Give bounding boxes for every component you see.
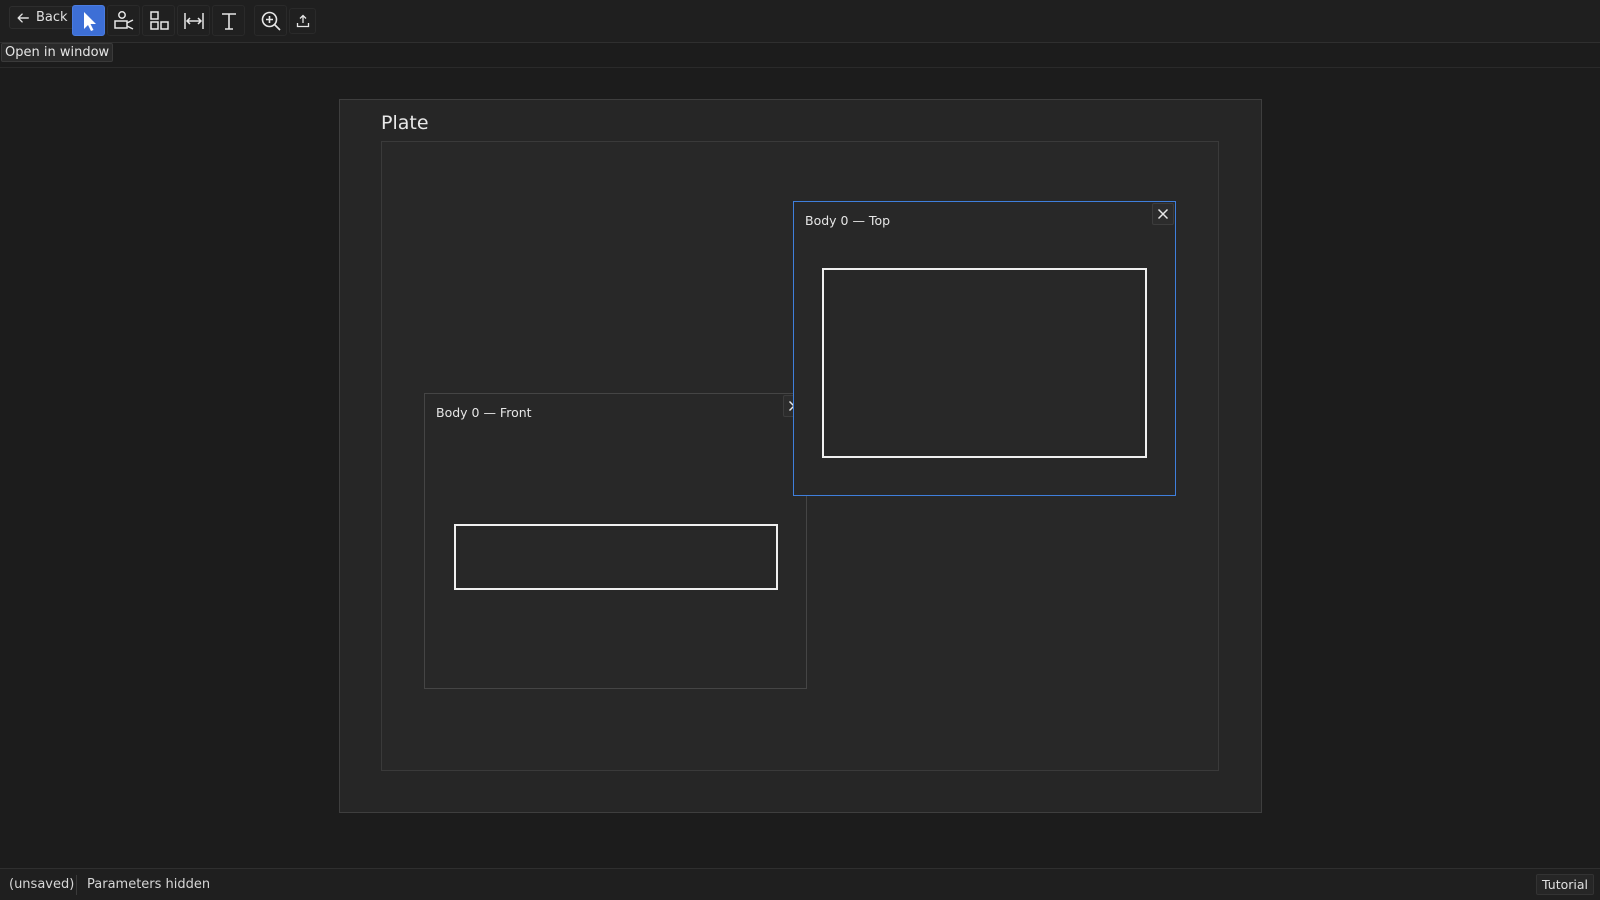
body-outline-top[interactable] [822, 268, 1147, 458]
main-toolbar: Back [0, 0, 1600, 43]
status-bar: (unsaved) Parameters hidden Tutorial [0, 868, 1600, 900]
text-cursor-icon [221, 12, 236, 30]
close-icon [1157, 208, 1169, 220]
view-title-front: Body 0 — Front [436, 405, 532, 420]
save-status: (unsaved) [9, 877, 75, 892]
cursor-arrow-icon [83, 11, 96, 31]
view-panel-top[interactable]: Body 0 — Top [793, 201, 1176, 496]
back-button-label: Back [36, 10, 68, 25]
upload-icon [296, 14, 309, 28]
select-tool-button[interactable] [72, 5, 105, 36]
tool-group-secondary [254, 5, 316, 36]
shapes-icon [149, 10, 169, 30]
export-button[interactable] [289, 8, 316, 34]
camera-view-icon [113, 10, 133, 30]
zoom-tool-button[interactable] [254, 5, 287, 36]
arrange-tool-button[interactable] [142, 5, 175, 36]
view-title-top: Body 0 — Top [805, 213, 891, 228]
back-button[interactable]: Back [9, 6, 77, 29]
view-panel-front[interactable]: Body 0 — Front [424, 393, 807, 689]
close-view-top-button[interactable] [1152, 203, 1174, 225]
parameters-status[interactable]: Parameters hidden [87, 877, 210, 892]
status-divider [76, 875, 77, 895]
text-tool-button[interactable] [212, 5, 245, 36]
view-tool-button[interactable] [107, 5, 140, 36]
sub-toolbar: Open in window [0, 43, 1600, 68]
tutorial-button[interactable]: Tutorial [1536, 874, 1594, 895]
plate-title: Plate [381, 112, 429, 134]
dimension-icon [183, 12, 204, 29]
arrow-left-icon [17, 12, 29, 23]
dimension-tool-button[interactable] [177, 5, 210, 36]
open-in-window-button[interactable]: Open in window [1, 43, 114, 62]
tool-group [72, 5, 245, 36]
body-outline-front[interactable] [454, 524, 778, 590]
zoom-in-icon [261, 11, 281, 31]
